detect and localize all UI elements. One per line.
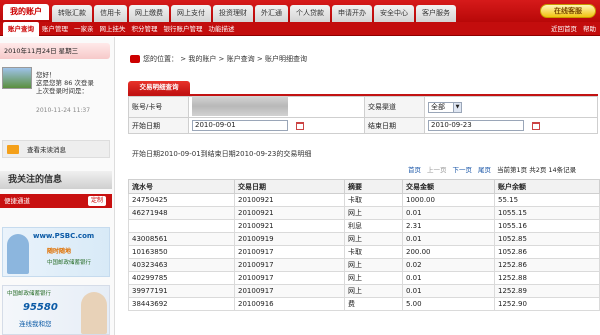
last-page-link[interactable]: 尾页 <box>478 164 491 174</box>
page-info: 当前第1页 共2页 14条记录 <box>497 166 577 174</box>
last-login-time: 2010-11-24 11:37 <box>36 107 91 114</box>
bank-app: 我的账户 转账汇款 信用卡 网上缴费 网上支付 投资理财 外汇通 个人贷款 申请… <box>0 0 600 335</box>
pagination: 首页 上一页 下一页 尾页 当前第1页 共2页 14条记录 <box>408 164 582 174</box>
query-summary: 开始日期2010-09-01到结束日期2010-09-23的交易明细 <box>132 150 312 158</box>
greeting: 您好！ <box>36 71 56 79</box>
nav-tab-security[interactable]: 安全中心 <box>374 5 414 22</box>
breadcrumb: 您的位置： > 我的账户 > 账户查询 > 账户明细查询 <box>130 54 307 64</box>
nav-tab-online-pay[interactable]: 网上支付 <box>171 5 211 22</box>
main-content: 您的位置： > 我的账户 > 账户查询 > 账户明细查询 交易明细查询 账号/卡… <box>122 37 600 335</box>
nav-tab-apply[interactable]: 申请开办 <box>332 5 372 22</box>
nav-tab-investment[interactable]: 投资理财 <box>213 5 253 22</box>
table-row: 39977191 20100917 网上 0.01 1252.89 <box>128 284 600 298</box>
promo-slogan: 随时随地 <box>47 248 72 255</box>
subnav-report-loss[interactable]: 网上挂失 <box>97 22 129 36</box>
query-form: 账号/卡号 交易渠道 全部 ▼ 开始日期 2010-09-01 结束日期 2010… <box>128 94 598 134</box>
date-display: 2010年11月24日 星期三 <box>0 43 110 59</box>
table-row: 10163850 20100917 卡取 200.00 1052.86 <box>128 245 600 259</box>
subnav-family[interactable]: 一家亲 <box>71 22 97 36</box>
nav-tab-credit-card[interactable]: 信用卡 <box>94 5 127 22</box>
online-service-button[interactable]: 在线客服 <box>540 4 596 18</box>
avatar <box>2 67 32 89</box>
sidebar: 2010年11月24日 星期三 您好！ 这是您第 86 次登录 上次登录时间是：… <box>0 37 115 335</box>
first-page-link[interactable]: 首页 <box>408 164 421 174</box>
start-date-input[interactable]: 2010-09-01 <box>192 120 288 131</box>
channel-select[interactable]: 全部 ▼ <box>428 101 462 113</box>
subnav-points[interactable]: 积分管理 <box>129 22 161 36</box>
end-date-label: 结束日期 <box>364 117 425 134</box>
promo2-bank-name: 中国邮政储蓄银行 <box>7 291 52 297</box>
col-balance: 账户余额 <box>494 179 600 194</box>
calendar-icon[interactable] <box>296 121 304 130</box>
login-count: 这是您第 86 次登录 <box>36 79 94 87</box>
table-row: 24750425 20100921 卡取 1000.00 55.15 <box>128 193 600 207</box>
top-nav: 我的账户 转账汇款 信用卡 网上缴费 网上支付 投资理财 外汇通 个人贷款 申请… <box>0 0 600 22</box>
nav-tab-online-payment-bill[interactable]: 网上缴费 <box>129 5 169 22</box>
col-summary: 摘要 <box>344 179 403 194</box>
help-link[interactable]: 帮助 <box>583 22 596 36</box>
envelope-icon <box>7 145 19 154</box>
table-row: 40323463 20100917 网上 0.02 1252.86 <box>128 258 600 272</box>
nav-tab-forex[interactable]: 外汇通 <box>255 5 288 22</box>
subnav-account-manage[interactable]: 账户管理 <box>39 22 71 36</box>
subnav-feature-desc[interactable]: 功能描述 <box>206 22 238 36</box>
col-date: 交易日期 <box>234 179 345 194</box>
table-row: 20100921 利息 2.31 1055.16 <box>128 219 600 233</box>
person-figure-icon <box>7 234 29 274</box>
breadcrumb-text: 您的位置： > 我的账户 > 账户查询 > 账户明细查询 <box>143 55 307 63</box>
table-header-row: 流水号 交易日期 摘要 交易金额 账户余额 <box>128 179 600 194</box>
channel-label: 交易渠道 <box>364 96 425 118</box>
tab-transaction-query[interactable]: 交易明细查询 <box>128 81 190 94</box>
table-row: 40299785 20100917 网上 0.01 1252.88 <box>128 271 600 285</box>
start-date-label: 开始日期 <box>128 117 189 134</box>
transaction-table: 流水号 交易日期 摘要 交易金额 账户余额 24750425 20100921 卡取… <box>128 179 600 311</box>
table-row: 43008561 20100919 网上 0.01 1052.85 <box>128 232 600 246</box>
quick-channel: 便捷通道 定制 <box>0 194 112 208</box>
nav-tab-customer-service[interactable]: 客户服务 <box>416 5 456 22</box>
nav-tab-personal-loan[interactable]: 个人贷款 <box>290 5 330 22</box>
unread-messages-link[interactable]: 查看未读消息 <box>2 140 110 158</box>
sub-nav: 账户查询 账户管理 一家亲 网上挂失 积分管理 银行账户管理 功能描述 近回首页… <box>0 22 600 36</box>
last-login-label: 上次登录时间是： <box>36 87 88 95</box>
nav-tab-transfer[interactable]: 转账汇款 <box>52 5 92 22</box>
unread-messages-label: 查看未读消息 <box>27 146 66 154</box>
promo-banner-95580[interactable]: 中国邮政储蓄银行 95580 连线我和您 <box>2 285 110 335</box>
prev-page-link[interactable]: 上一页 <box>427 164 447 174</box>
hotline-number: 95580 <box>23 302 58 313</box>
next-page-link[interactable]: 下一页 <box>453 164 473 174</box>
table-row: 38443692 20100916 费 5.00 1252.90 <box>128 297 600 311</box>
account-number-masked <box>192 96 288 116</box>
psbc-url: www.PSBC.com <box>33 232 95 240</box>
promo2-slogan: 连线我和您 <box>19 320 52 328</box>
user-info: 您好！ 这是您第 86 次登录 上次登录时间是： 2010-11-24 11:3… <box>2 63 108 131</box>
table-row: 46271948 20100921 网上 0.01 1055.15 <box>128 206 600 220</box>
chevron-down-icon: ▼ <box>453 102 461 112</box>
promo-bank-name: 中国邮政储蓄银行 <box>47 260 92 266</box>
end-date-input[interactable]: 2010-09-23 <box>428 120 524 131</box>
home-icon <box>130 55 140 63</box>
col-amount: 交易金额 <box>402 179 495 194</box>
subnav-account-query[interactable]: 账户查询 <box>3 22 39 36</box>
nav-tabs: 转账汇款 信用卡 网上缴费 网上支付 投资理财 外汇通 个人贷款 申请开办 安全… <box>52 5 458 22</box>
home-link[interactable]: 近回首页 <box>551 22 577 36</box>
account-label: 账号/卡号 <box>128 96 189 118</box>
calendar-icon[interactable] <box>532 121 540 130</box>
quick-channel-label: 便捷通道 <box>4 197 30 205</box>
promo-banner-psbc[interactable]: www.PSBC.com 随时随地 中国邮政储蓄银行 <box>2 227 110 277</box>
subnav-bank-account-manage[interactable]: 银行账户管理 <box>161 22 206 36</box>
service-agent-icon <box>81 292 107 334</box>
customize-button[interactable]: 定制 <box>87 196 106 206</box>
my-account-tab[interactable]: 我的账户 <box>3 4 49 20</box>
focus-info-title: 我关注的信息 <box>0 171 112 189</box>
col-serial: 流水号 <box>128 179 235 194</box>
